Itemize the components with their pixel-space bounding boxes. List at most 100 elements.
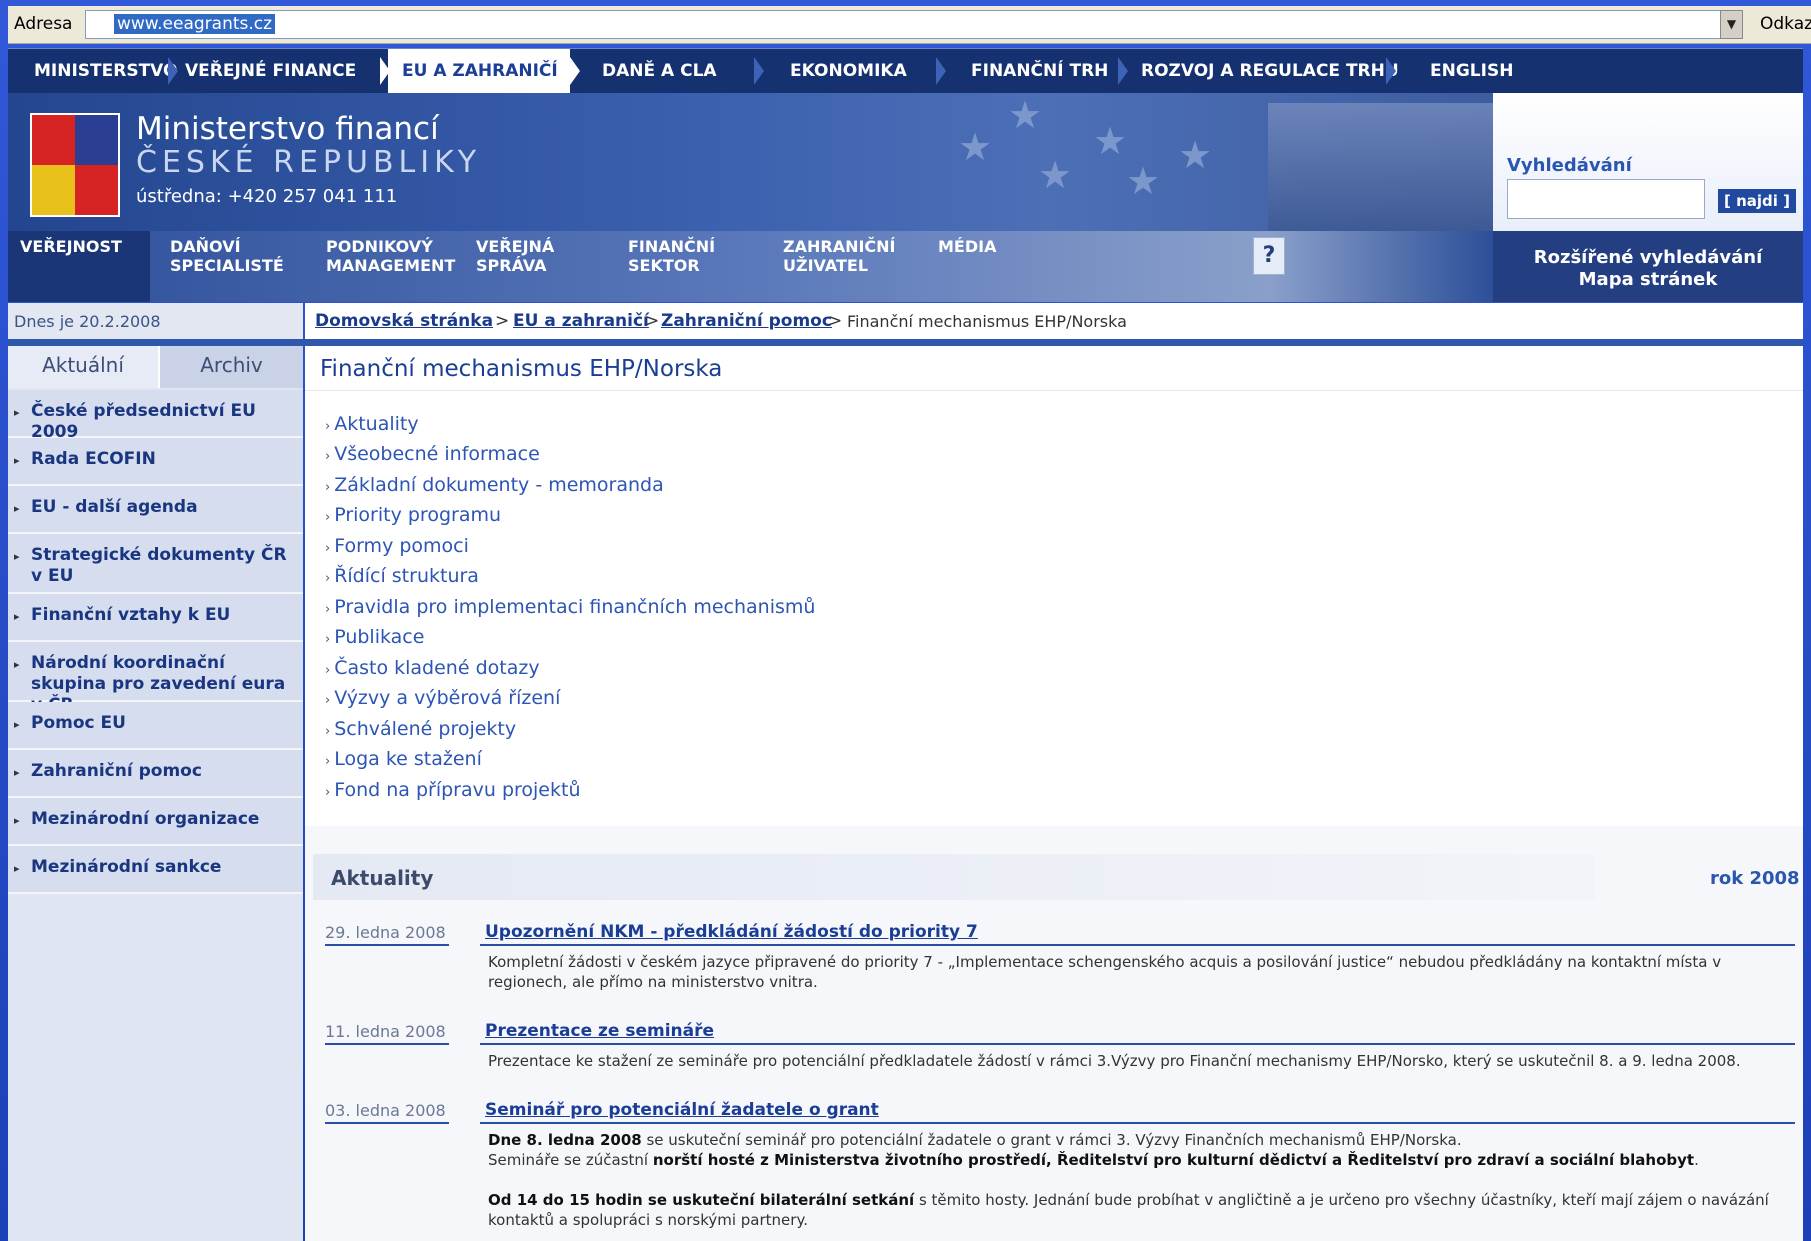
advanced-search-link[interactable]: Rozšířené vyhledávání <box>1493 247 1803 268</box>
building-image <box>1268 103 1493 231</box>
divider <box>325 1043 449 1045</box>
links-label[interactable]: Odkazy <box>1760 14 1811 34</box>
nav-separator-icon <box>1118 57 1128 85</box>
breadcrumb-separator: > <box>645 311 660 331</box>
top-nav-verejne-finance[interactable]: VEŘEJNÉ FINANCE <box>185 61 356 81</box>
sidebar-item-predsednictvi[interactable]: ▸ České předsednictví EU 2009 <box>8 390 303 442</box>
link-zakladni-dokumenty[interactable]: › Základní dokumenty - memoranda <box>325 474 664 496</box>
help-icon[interactable]: ? <box>1253 237 1285 275</box>
bullet-arrow-icon: ▸ <box>14 814 20 827</box>
audience-podnikovy-management[interactable]: PODNIKOVÝ MANAGEMENT <box>326 237 455 275</box>
sidebar-item-narodni-koordinacni-skupina[interactable]: ▸ Národní koordinační skupina pro zavede… <box>8 642 303 715</box>
address-url[interactable]: www.eeagrants.cz <box>114 14 276 34</box>
breadcrumb-zahranicni-pomoc[interactable]: Zahraniční pomoc <box>661 311 832 331</box>
link-label: Pravidla pro implementaci finančních mec… <box>334 596 816 618</box>
audience-label: SEKTOR <box>628 256 700 275</box>
site-header: ★ ★ ★ ★ ★ ★ Ministerstvo financí ČESKÉ R… <box>8 93 1493 231</box>
link-label: Priority programu <box>334 504 502 526</box>
link-priority-programu[interactable]: › Priority programu <box>325 504 501 526</box>
advanced-links: Rozšířené vyhledávání Mapa stránek <box>1493 231 1803 302</box>
sidebar-item-strategicke-dokumenty[interactable]: ▸ Strategické dokumenty ČR v EU <box>8 534 303 594</box>
audience-label: ZAHRANIČNÍ <box>783 237 896 256</box>
bullet-arrow-icon: ▸ <box>14 502 20 515</box>
divider <box>480 944 1795 946</box>
link-vyzvy[interactable]: › Výzvy a výběrová řízení <box>325 687 560 709</box>
sidebar-item-label: EU - další agenda <box>31 497 198 517</box>
link-publikace[interactable]: › Publikace <box>325 626 424 648</box>
site-title[interactable]: Ministerstvo financí <box>136 111 439 147</box>
chevron-right-icon: › <box>325 419 331 434</box>
state-emblem-logo[interactable] <box>30 113 120 217</box>
news-date: 03. ledna 2008 <box>325 1101 446 1120</box>
link-label: Všeobecné informace <box>334 443 540 465</box>
link-casto-kladene-dotazy[interactable]: › Často kladené dotazy <box>325 657 540 679</box>
chevron-right-icon: › <box>325 693 331 708</box>
sidebar-item-rada-ecofin[interactable]: ▸ Rada ECOFIN <box>8 438 303 486</box>
sidebar-item-zahranicni-pomoc[interactable]: ▸ Zahraniční pomoc <box>8 750 303 798</box>
audience-media[interactable]: MÉDIA <box>938 237 996 256</box>
audience-verejna-sprava[interactable]: VEŘEJNÁ SPRÁVA <box>476 237 554 275</box>
link-label: Výzvy a výběrová řízení <box>334 687 561 709</box>
breadcrumb-home[interactable]: Domovská stránka <box>315 311 493 331</box>
top-nav-rozvoj-a-regulace-trhu[interactable]: ROZVOJ A REGULACE TRHU <box>1141 61 1399 81</box>
sidebar-item-eu-dalsi-agenda[interactable]: ▸ EU - další agenda <box>8 486 303 534</box>
breadcrumb-current: Finanční mechanismus EHP/Norska <box>847 312 1127 331</box>
audience-verejnost[interactable]: VEŘEJNOST <box>8 231 150 302</box>
news-headline[interactable]: Prezentace ze semináře <box>485 1021 714 1041</box>
audience-label: VEŘEJNOST <box>20 237 122 256</box>
chevron-right-icon: › <box>325 785 331 800</box>
link-formy-pomoci[interactable]: › Formy pomoci <box>325 535 469 557</box>
link-fond-pripravu[interactable]: › Fond na přípravu projektů <box>325 779 580 801</box>
eu-star-icon: ★ <box>1038 153 1073 197</box>
phone-number: ústředna: +420 257 041 111 <box>136 186 398 207</box>
news-headline[interactable]: Seminář pro potenciální žadatele o grant <box>485 1100 879 1120</box>
news-body: Dne 8. ledna 2008 se uskuteční seminář p… <box>488 1130 1788 1230</box>
top-nav-ekonomika[interactable]: EKONOMIKA <box>790 61 907 81</box>
link-loga[interactable]: › Loga ke stažení <box>325 748 482 770</box>
tab-aktualni[interactable]: Aktuální <box>8 346 160 388</box>
address-input[interactable]: www.eeagrants.cz <box>85 10 1725 39</box>
chevron-right-icon: › <box>325 541 331 556</box>
sidebar-item-label: Zahraniční pomoc <box>31 761 202 781</box>
news-header: Aktuality <box>313 854 1595 900</box>
eu-star-icon: ★ <box>1008 93 1043 137</box>
sidebar-item-label: České předsednictví EU 2009 <box>31 401 256 442</box>
chevron-right-icon: › <box>325 480 331 495</box>
sidebar-item-label: Pomoc EU <box>31 713 126 733</box>
sidebar-item-pomoc-eu[interactable]: ▸ Pomoc EU <box>8 702 303 750</box>
current-date: Dnes je 20.2.2008 <box>14 312 161 331</box>
top-nav-dane-a-cla[interactable]: DANĚ A CLA <box>602 61 717 81</box>
sidebar-item-label: Strategické dokumenty ČR v EU <box>31 545 287 586</box>
link-schvalene-projekty[interactable]: › Schválené projekty <box>325 718 516 740</box>
tab-archiv[interactable]: Archiv <box>160 346 303 388</box>
top-nav-eu-a-zahranici[interactable]: EU A ZAHRANIČÍ <box>402 61 558 81</box>
nav-separator-icon <box>380 57 390 85</box>
sidebar-item-financni-vztahy[interactable]: ▸ Finanční vztahy k EU <box>8 594 303 642</box>
search-button[interactable]: [ najdi ] <box>1718 189 1796 213</box>
sidebar-item-mezinarodni-sankce[interactable]: ▸ Mezinárodní sankce <box>8 846 303 894</box>
nav-separator-icon <box>168 57 178 85</box>
link-vseobecne-informace[interactable]: › Všeobecné informace <box>325 443 540 465</box>
link-ridici-struktura[interactable]: › Řídící struktura <box>325 565 479 587</box>
news-year-link[interactable]: rok 2008 <box>1710 868 1800 889</box>
news-text: Semináře se zúčastní <box>488 1151 653 1169</box>
chevron-right-icon: › <box>325 510 331 525</box>
bullet-arrow-icon: ▸ <box>14 718 20 731</box>
search-input[interactable] <box>1507 179 1705 219</box>
breadcrumb-eu[interactable]: EU a zahraničí <box>513 311 649 331</box>
top-nav-financni-trh[interactable]: FINANČNÍ TRH <box>971 61 1108 81</box>
sidebar-item-mezinarodni-organizace[interactable]: ▸ Mezinárodní organizace <box>8 798 303 846</box>
audience-zahranicni-uzivatel[interactable]: ZAHRANIČNÍ UŽIVATEL <box>783 237 896 275</box>
audience-danovi-specialiste[interactable]: DAŇOVÍ SPECIALISTÉ <box>170 237 284 275</box>
link-aktuality[interactable]: › Aktuality <box>325 413 419 435</box>
address-dropdown-icon[interactable]: ▼ <box>1720 10 1743 39</box>
news-text: . <box>1694 1151 1699 1169</box>
link-pravidla-implementace[interactable]: › Pravidla pro implementaci finančních me… <box>325 596 815 618</box>
news-headline[interactable]: Upozornění NKM - předkládání žádostí do … <box>485 922 978 942</box>
audience-financni-sektor[interactable]: FINANČNÍ SEKTOR <box>628 237 715 275</box>
news-section: Aktuality rok 2008 29. ledna 2008 Upozor… <box>305 826 1803 1241</box>
sitemap-link[interactable]: Mapa stránek <box>1493 269 1803 290</box>
top-nav-ministerstvo[interactable]: MINISTERSTVO <box>34 61 178 81</box>
nav-separator-icon <box>570 57 580 85</box>
top-nav-english[interactable]: ENGLISH <box>1430 61 1513 81</box>
